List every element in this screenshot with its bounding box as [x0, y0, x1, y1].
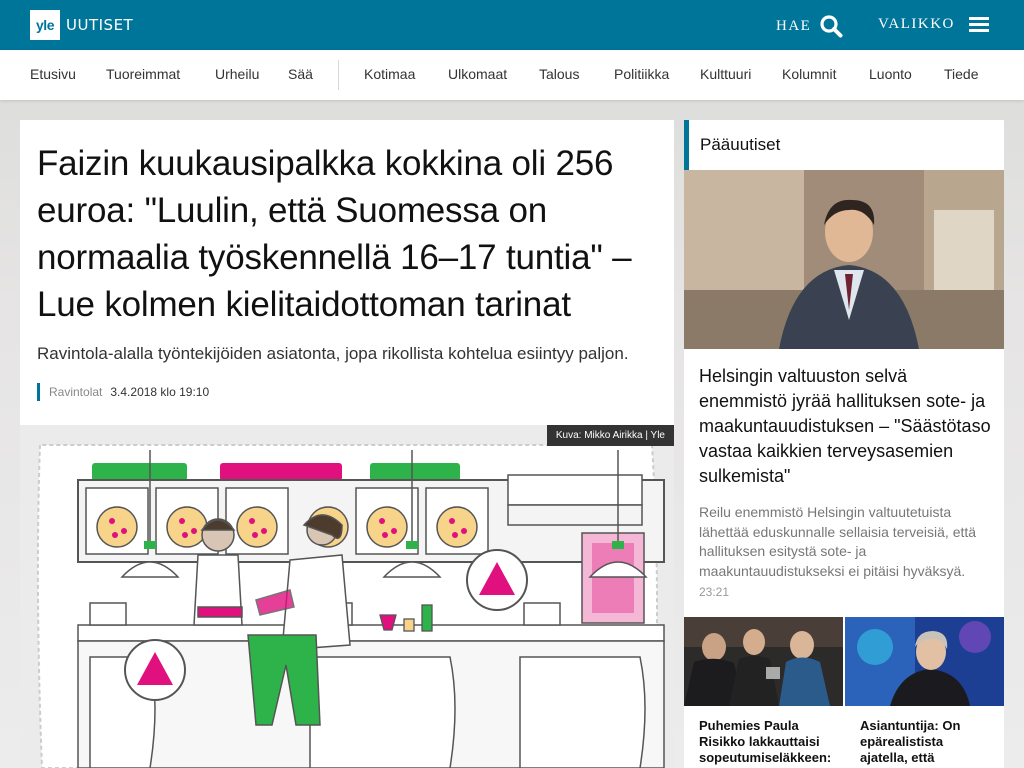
article-timestamp: 3.4.2018 klo 19:10	[110, 385, 210, 399]
news-card-2-photo	[845, 617, 1004, 706]
nav-item-urheilu[interactable]: Urheilu	[215, 66, 259, 82]
nav-item-kotimaa[interactable]: Kotimaa	[364, 66, 415, 82]
kitchen-illustration	[20, 425, 674, 768]
press-crowd-photo	[684, 617, 843, 706]
top-story-time: 23:21	[699, 585, 730, 599]
yle-logo-badge: yle	[30, 10, 60, 40]
nav-item-talous[interactable]: Talous	[539, 66, 579, 82]
top-story-lead: Reilu enemmistö Helsingin valtuutetuista…	[699, 504, 977, 579]
article-illustration[interactable]: Kuva: Mikko Airikka | Yle	[20, 425, 674, 768]
search-button[interactable]: HAE	[776, 14, 843, 38]
nav-item-luonto[interactable]: Luonto	[869, 66, 912, 82]
article-category[interactable]: Ravintolat	[49, 385, 102, 399]
news-card-1[interactable]: Puhemies Paula Risikko lakkauttaisi sope…	[684, 617, 843, 768]
article-lead: Ravintola-alalla työntekijöiden asiatont…	[37, 344, 629, 363]
yle-uutiset-logo[interactable]: yle UUTISET	[30, 10, 133, 40]
nav-item-saa[interactable]: Sää	[288, 66, 313, 82]
news-card-1-title[interactable]: Puhemies Paula Risikko lakkauttaisi sope…	[684, 706, 843, 766]
section-nav: Etusivu Tuoreimmat Urheilu Sää Kotimaa U…	[0, 50, 1024, 100]
main-article-card[interactable]: Faizin kuukausipalkka kokkina oli 256 eu…	[20, 120, 674, 768]
nav-item-politiikka[interactable]: Politiikka	[614, 66, 669, 82]
news-card-2-title[interactable]: Asiantuntija: On epärealistista ajatella…	[845, 706, 1004, 766]
search-icon	[820, 15, 843, 38]
image-caption: Kuva: Mikko Airikka | Yle	[546, 425, 674, 446]
studio-interview-photo	[845, 617, 1004, 706]
nav-divider	[338, 60, 339, 90]
top-news-sidebar: Pääuutiset Helsingin valtuuston selvä en…	[684, 120, 1004, 768]
top-story-title[interactable]: Helsingin valtuuston selvä enemmistö jyr…	[699, 364, 994, 489]
news-card-2[interactable]: Asiantuntija: On epärealistista ajatella…	[845, 617, 1004, 768]
nav-item-kolumnit[interactable]: Kolumnit	[782, 66, 836, 82]
nav-item-etusivu[interactable]: Etusivu	[30, 66, 76, 82]
menu-label: VALIKKO	[878, 16, 955, 32]
nav-item-kulttuuri[interactable]: Kulttuuri	[700, 66, 751, 82]
hamburger-icon	[968, 14, 989, 35]
nav-item-tiede[interactable]: Tiede	[944, 66, 979, 82]
search-label: HAE	[776, 17, 812, 34]
nav-item-ulkomaat[interactable]: Ulkomaat	[448, 66, 507, 82]
top-bar: yle UUTISET HAE VALIKKO	[0, 0, 1024, 50]
nav-item-tuoreimmat[interactable]: Tuoreimmat	[106, 66, 180, 82]
logo-text: UUTISET	[66, 16, 134, 34]
article-headline[interactable]: Faizin kuukausipalkka kokkina oli 256 eu…	[37, 140, 667, 328]
sidebar-heading: Pääuutiset	[684, 120, 1004, 170]
man-in-suit-photo	[684, 170, 1004, 349]
news-card-1-photo	[684, 617, 843, 706]
top-story-photo[interactable]	[684, 170, 1004, 349]
article-meta: Ravintolat 3.4.2018 klo 19:10	[37, 383, 209, 401]
menu-button[interactable]: VALIKKO	[878, 14, 989, 35]
